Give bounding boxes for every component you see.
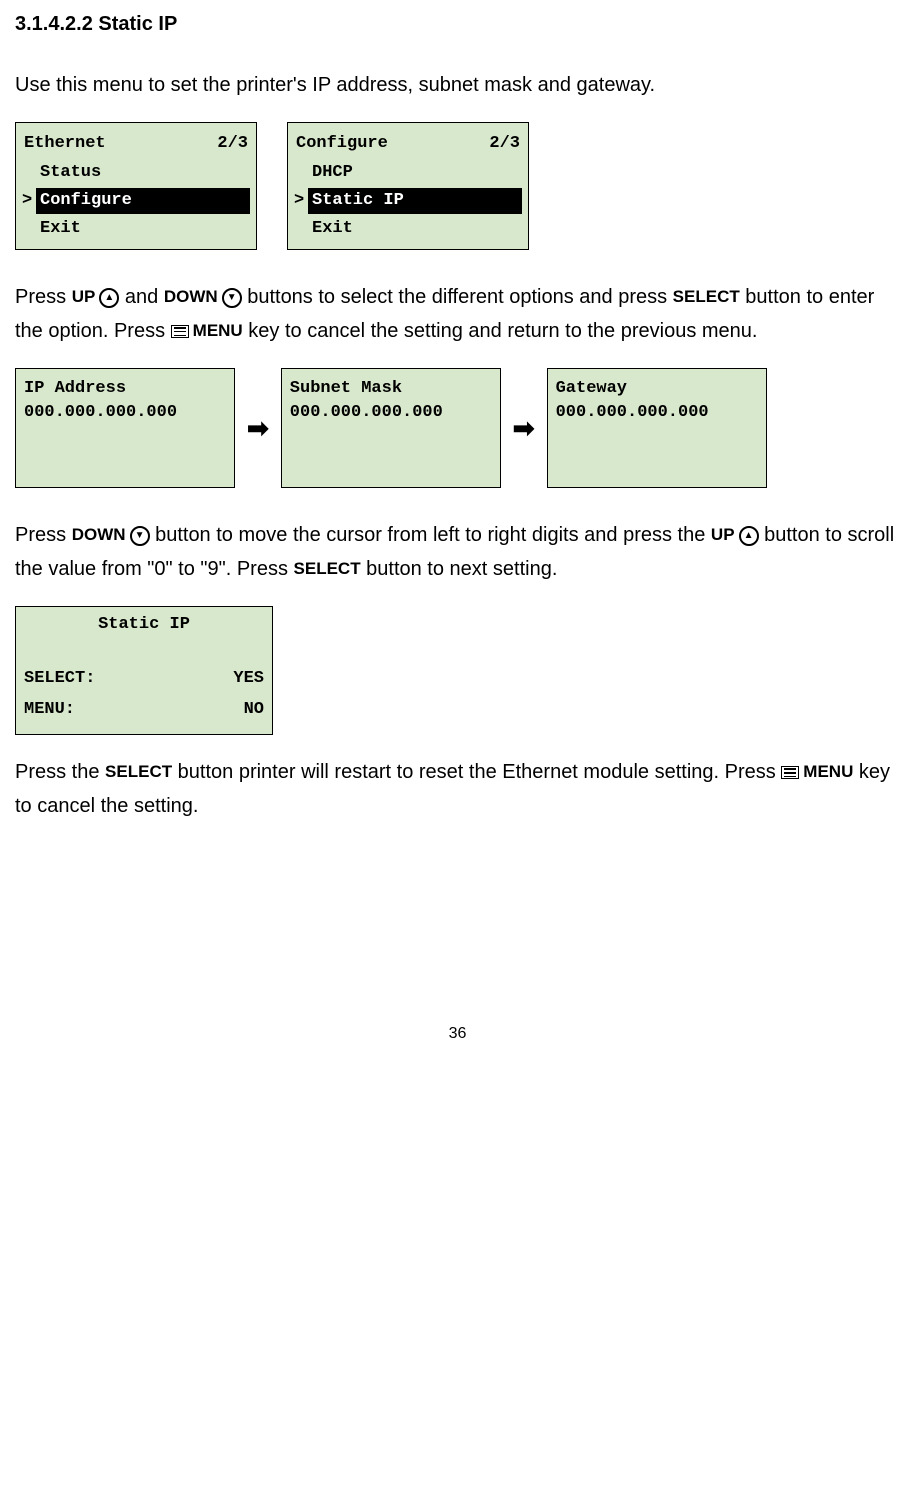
text: button printer will restart to reset the… (178, 761, 782, 783)
lcd-page: 2/3 (217, 132, 248, 156)
lcd-value: 000.000.000.000 (556, 401, 758, 425)
lcd-item: Exit (36, 217, 81, 241)
up-arrow-icon: ▲ (739, 526, 759, 546)
lcd-page: 2/3 (489, 132, 520, 156)
lcd-title: Subnet Mask (290, 377, 492, 401)
text: Press (15, 524, 72, 546)
instruction-paragraph-1: Press UP ▲ and DOWN ▼ buttons to select … (15, 280, 900, 348)
instruction-paragraph-3: Press the SELECT button printer will res… (15, 755, 900, 823)
text: Press the (15, 761, 105, 783)
intro-paragraph: Use this menu to set the printer's IP ad… (15, 68, 900, 102)
lcd-title: Static IP (24, 613, 264, 637)
lcd-value: 000.000.000.000 (290, 401, 492, 425)
lcd-configure: Configure 2/3 DHCP >Static IP Exit (287, 122, 529, 250)
lcd-value: 000.000.000.000 (24, 401, 226, 425)
instruction-paragraph-2: Press DOWN ▼ button to move the cursor f… (15, 518, 900, 586)
lcd-item: Status (36, 161, 101, 185)
lcd-ip-address: IP Address 000.000.000.000 (15, 368, 235, 488)
down-button-label: DOWN ▼ (164, 283, 242, 312)
lcd-title: Gateway (556, 377, 758, 401)
down-arrow-icon: ▼ (222, 288, 242, 308)
down-text: DOWN (72, 521, 126, 550)
up-button-label: UP ▲ (711, 521, 759, 550)
select-button-label: SELECT (105, 758, 172, 787)
lcd-gateway: Gateway 000.000.000.000 (547, 368, 767, 488)
confirm-menu-value: NO (244, 698, 264, 722)
down-button-label: DOWN ▼ (72, 521, 150, 550)
menu-text: MENU (193, 317, 243, 346)
text: key to cancel the setting and return to … (248, 320, 757, 342)
up-text: UP (711, 521, 735, 550)
section-heading: 3.1.4.2.2 Static IP (15, 10, 900, 38)
down-arrow-icon: ▼ (130, 526, 150, 546)
menu-text: MENU (803, 758, 853, 787)
lcd-menu-row-1: Ethernet 2/3 Status >Configure Exit Conf… (15, 122, 900, 250)
lcd-item-selected: Static IP (308, 188, 522, 214)
confirm-select-value: YES (233, 667, 264, 691)
lcd-static-ip-confirm: Static IP SELECT: YES MENU: NO (15, 606, 273, 735)
up-text: UP (72, 283, 96, 312)
text: and (125, 286, 164, 308)
confirm-menu-label: MENU: (24, 698, 75, 722)
lcd-subnet-mask: Subnet Mask 000.000.000.000 (281, 368, 501, 488)
lcd-item-selected: Configure (36, 188, 250, 214)
select-button-label: SELECT (673, 283, 740, 312)
page-number: 36 (15, 1023, 900, 1045)
down-text: DOWN (164, 283, 218, 312)
arrow-right-icon: ➡ (513, 410, 535, 446)
menu-icon (171, 325, 189, 338)
up-button-label: UP ▲ (72, 283, 120, 312)
lcd-title: IP Address (24, 377, 226, 401)
arrow-right-icon: ➡ (247, 410, 269, 446)
text: button to move the cursor from left to r… (155, 524, 711, 546)
menu-button-label: MENU (781, 758, 853, 787)
up-arrow-icon: ▲ (99, 288, 119, 308)
text: buttons to select the different options … (247, 286, 672, 308)
lcd-title: Ethernet (24, 132, 106, 156)
lcd-ip-row: IP Address 000.000.000.000 ➡ Subnet Mask… (15, 368, 900, 488)
text: Press (15, 286, 72, 308)
confirm-select-label: SELECT: (24, 667, 95, 691)
select-button-label: SELECT (294, 555, 361, 584)
lcd-item: Exit (308, 217, 353, 241)
lcd-ethernet: Ethernet 2/3 Status >Configure Exit (15, 122, 257, 250)
lcd-item: DHCP (308, 161, 353, 185)
text: button to next setting. (366, 558, 557, 580)
lcd-title: Configure (296, 132, 388, 156)
menu-button-label: MENU (171, 317, 243, 346)
menu-icon (781, 766, 799, 779)
